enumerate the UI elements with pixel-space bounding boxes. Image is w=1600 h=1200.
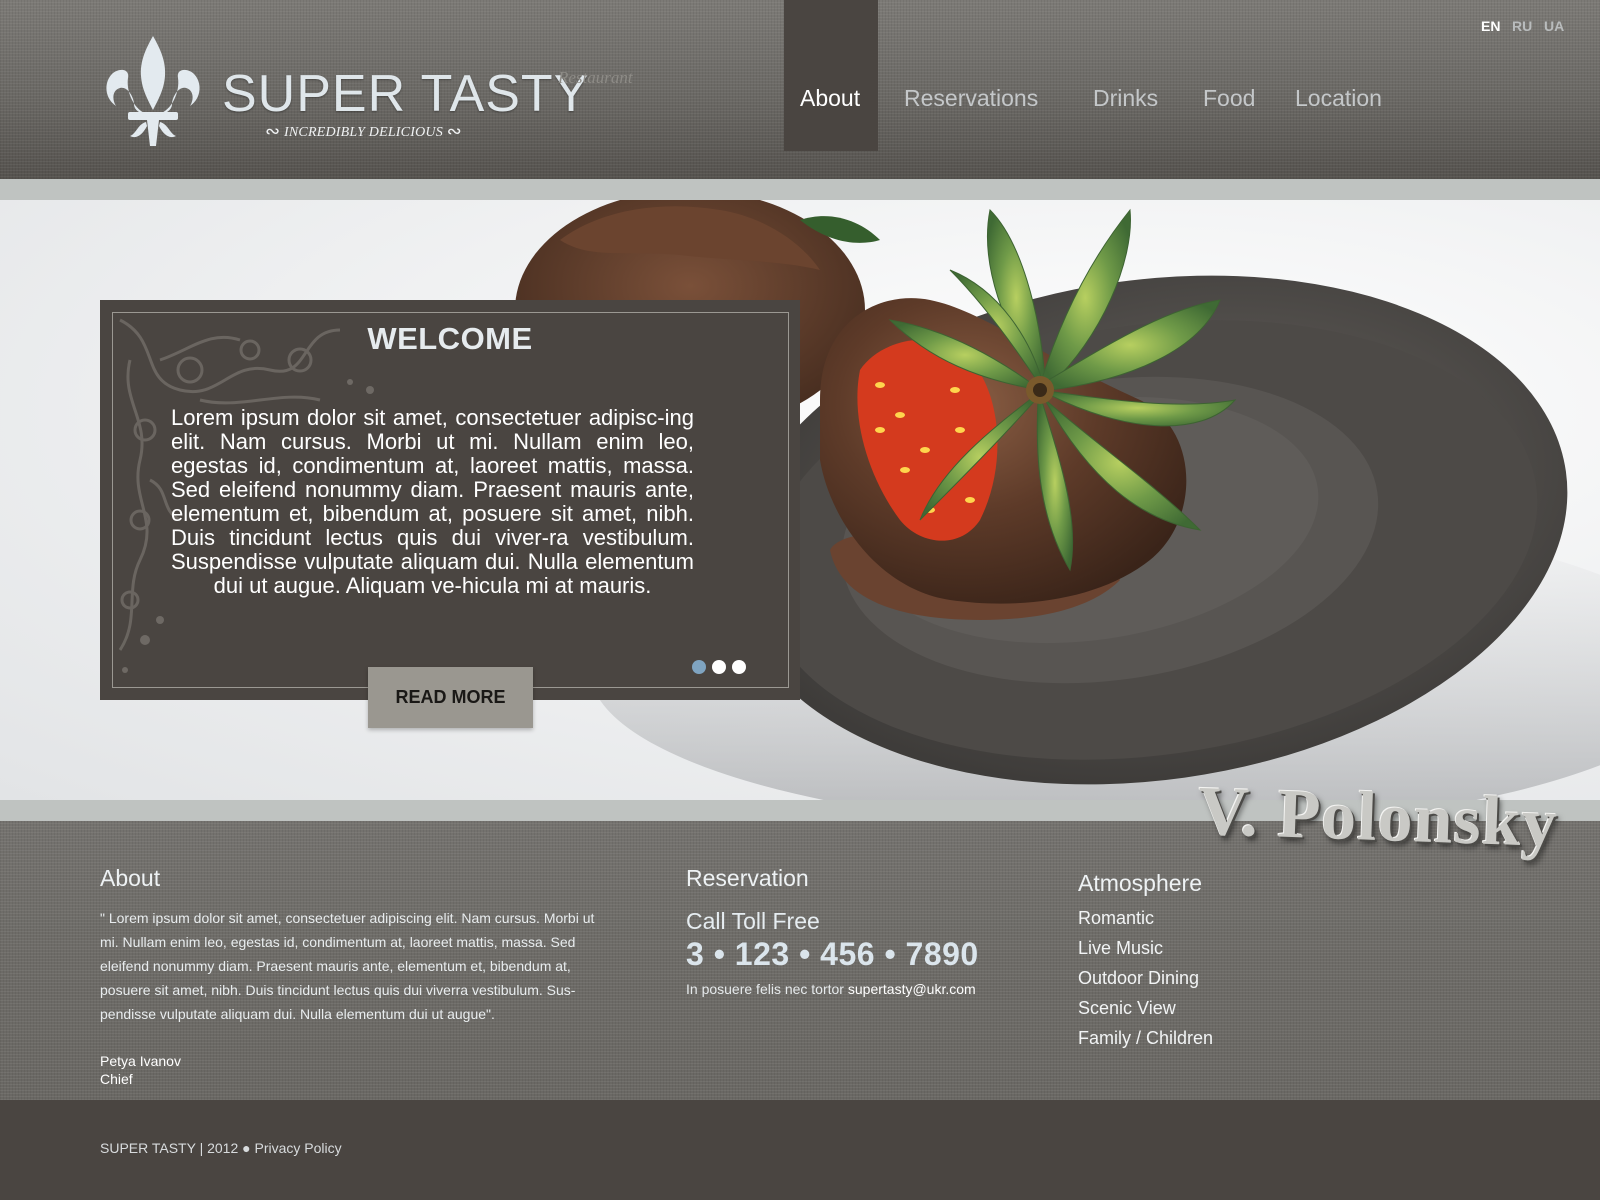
atmosphere-item-outdoor-dining[interactable]: Outdoor Dining: [1078, 963, 1213, 993]
nav-reservations[interactable]: Reservations: [904, 85, 1038, 112]
about-heading: About: [100, 865, 161, 891]
author-role: Chief: [100, 1071, 133, 1087]
email-link[interactable]: supertasty@ukr.com: [848, 981, 976, 997]
phone-number[interactable]: 3 • 123 • 456 • 7890: [686, 936, 979, 973]
divider-band-top: [0, 179, 1600, 200]
site-footer: SUPER TASTY | 2012 ● Privacy Policy: [0, 1100, 1600, 1200]
call-toll-free-label: Call Toll Free: [686, 908, 820, 934]
atmosphere-item-romantic[interactable]: Romantic: [1078, 903, 1213, 933]
site-header: SUPER TASTY Restaurant ∾ INCREDIBLY DELI…: [0, 0, 1600, 180]
logo-subtitle: Restaurant: [558, 68, 633, 87]
atmosphere-item-live-music[interactable]: Live Music: [1078, 933, 1213, 963]
atmosphere-item-scenic-view[interactable]: Scenic View: [1078, 993, 1213, 1023]
logo-title[interactable]: SUPER TASTY: [222, 64, 589, 124]
nav-location[interactable]: Location: [1295, 85, 1382, 112]
about-text: " Lorem ipsum dolor sit amet, consectetu…: [100, 910, 595, 1022]
slider-dot-2[interactable]: [712, 660, 726, 674]
nav-active-highlight: [784, 0, 878, 151]
slider-dot-3[interactable]: [732, 660, 746, 674]
copyright: SUPER TASTY | 2012 ● Privacy Policy: [100, 1140, 342, 1156]
swash-left-icon: ∾: [265, 121, 281, 141]
atmosphere-list: Romantic Live Music Outdoor Dining Sceni…: [1078, 903, 1213, 1053]
welcome-text: Lorem ipsum dolor sit amet, consectetuer…: [171, 405, 694, 598]
email-prefix: In posuere felis nec tortor: [686, 981, 844, 997]
atmosphere-heading: Atmosphere: [1078, 870, 1203, 896]
welcome-title: WELCOME: [367, 321, 533, 356]
slider-dot-1[interactable]: [692, 660, 706, 674]
author-name: Petya Ivanov: [100, 1053, 181, 1069]
info-section: About " Lorem ipsum dolor sit amet, cons…: [0, 821, 1600, 1100]
read-more-button[interactable]: READ MORE: [368, 667, 533, 728]
nav-drinks[interactable]: Drinks: [1093, 85, 1158, 112]
copyright-text: SUPER TASTY | 2012 ●: [100, 1140, 251, 1156]
language-en[interactable]: EN: [1481, 18, 1500, 34]
swash-right-icon: ∾: [446, 121, 462, 141]
logo-tagline: ∾ INCREDIBLY DELICIOUS ∾: [265, 121, 462, 142]
nav-about[interactable]: About: [800, 85, 860, 112]
reservation-heading: Reservation: [686, 865, 809, 891]
watermark: V. Polonsky: [1196, 772, 1560, 863]
fleur-de-lis-icon[interactable]: [98, 34, 208, 148]
language-ua[interactable]: UA: [1544, 18, 1564, 34]
logo-tagline-text: INCREDIBLY DELICIOUS: [284, 125, 443, 140]
slider-dots: [692, 660, 746, 674]
atmosphere-item-family-children[interactable]: Family / Children: [1078, 1023, 1213, 1053]
welcome-panel: WELCOME Lorem ipsum dolor sit amet, cons…: [100, 300, 800, 700]
privacy-policy-link[interactable]: Privacy Policy: [255, 1140, 342, 1156]
nav-food[interactable]: Food: [1203, 85, 1255, 112]
language-ru[interactable]: RU: [1512, 18, 1532, 34]
email-line: In posuere felis nec tortor supertasty@u…: [686, 981, 976, 997]
